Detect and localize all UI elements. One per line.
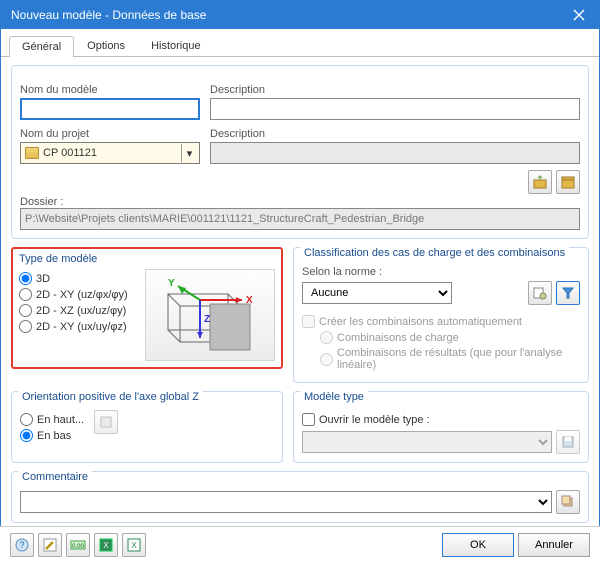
svg-text:Y: Y (168, 278, 175, 289)
svg-text:Z: Z (204, 314, 210, 325)
orientation-tool-button[interactable] (94, 410, 118, 434)
save-icon (561, 435, 575, 449)
tab-options[interactable]: Options (74, 35, 138, 56)
svg-text:?: ? (19, 540, 24, 550)
group-template: Modèle type Ouvrir le modèle type : (293, 391, 589, 463)
comment-select[interactable] (20, 491, 552, 513)
excel-import-button[interactable]: X (122, 533, 146, 557)
gear-book-icon (533, 286, 547, 300)
group-orientation: Orientation positive de l'axe global Z E… (11, 391, 283, 463)
tab-strip: Général Options Historique (1, 29, 599, 57)
radio-result-comb: Combinaisons de résultats (que pour l'an… (320, 347, 580, 371)
pencil-icon (43, 538, 57, 552)
orientation-legend: Orientation positive de l'axe global Z (18, 391, 203, 403)
tab-general[interactable]: Général (9, 36, 74, 57)
project-settings-button[interactable] (556, 170, 580, 194)
norm-settings-button[interactable] (528, 281, 552, 305)
norm-filter-button[interactable] (556, 281, 580, 305)
box-icon (561, 175, 575, 189)
project-manager-button[interactable] (528, 170, 552, 194)
titlebar: Nouveau modèle - Données de base (1, 1, 599, 29)
template-browse-button[interactable] (556, 430, 580, 454)
ok-button[interactable]: OK (442, 533, 514, 557)
tool-icon (99, 415, 113, 429)
svg-text:X: X (246, 295, 253, 306)
svg-text:X: X (131, 541, 137, 550)
tab-history[interactable]: Historique (138, 35, 214, 56)
checkbox-auto-create: Créer les combinaisons automatiquement (302, 315, 580, 328)
comment-library-button[interactable] (556, 490, 580, 514)
comment-legend: Commentaire (18, 471, 92, 483)
stack-icon (561, 495, 575, 509)
project-select[interactable]: CP 001121 ▾ (20, 142, 200, 164)
excel-import-icon: X (127, 538, 141, 552)
footer: ? 0.00 X X OK Annuler (0, 526, 600, 563)
group-model-type: Type de modèle 3D 2D - XY (uz/φx/φy) 2D … (11, 247, 283, 369)
classification-legend: Classification des cas de charge et des … (300, 247, 569, 259)
svg-text:0.00: 0.00 (72, 544, 84, 550)
norm-label: Selon la norme : (302, 266, 580, 278)
description2-label: Description (210, 128, 580, 140)
close-icon (573, 9, 585, 21)
units-button[interactable]: 0.00 (66, 533, 90, 557)
group-classification: Classification des cas de charge et des … (293, 247, 589, 383)
edit-button[interactable] (38, 533, 62, 557)
project-name-value: CP 001121 (43, 147, 177, 159)
model-name-label: Nom du modèle (20, 84, 200, 96)
description1-input[interactable] (210, 98, 580, 120)
box-arrow-icon (533, 175, 547, 189)
checkbox-open-template[interactable]: Ouvrir le modèle type : (302, 413, 580, 426)
radio-2d-xy-2[interactable]: 2D - XY (ux/uy/φz) (19, 320, 139, 333)
close-button[interactable] (559, 1, 599, 29)
radio-z-up[interactable]: En haut... (20, 413, 84, 426)
model-name-input[interactable] (20, 98, 200, 120)
svg-text:X: X (103, 541, 109, 550)
template-select (302, 431, 552, 453)
template-legend: Modèle type (300, 391, 368, 403)
description1-label: Description (210, 84, 580, 96)
model-type-legend: Type de modèle (19, 253, 275, 265)
project-dropdown-arrow[interactable]: ▾ (181, 144, 197, 162)
radio-z-down[interactable]: En bas (20, 429, 84, 442)
project-name-label: Nom du projet (20, 128, 200, 140)
cancel-button[interactable]: Annuler (518, 533, 590, 557)
model-type-preview: X Y Z (145, 269, 275, 361)
group-name-project: Nom du modèle Description Nom du projet … (11, 65, 589, 239)
question-icon: ? (15, 538, 29, 552)
folder-input[interactable] (20, 208, 580, 230)
group-comment: Commentaire (11, 471, 589, 523)
help-button[interactable]: ? (10, 533, 34, 557)
folder-label: Dossier : (20, 196, 63, 208)
excel-icon: X (99, 538, 113, 552)
folder-icon (25, 147, 39, 159)
radio-3d[interactable]: 3D (19, 272, 139, 285)
excel-export-button[interactable]: X (94, 533, 118, 557)
window-title: Nouveau modèle - Données de base (11, 8, 206, 22)
filter-icon (561, 286, 575, 300)
radio-load-comb: Combinaisons de charge (320, 331, 580, 344)
description2-input[interactable] (210, 142, 580, 164)
radio-2d-xy-1[interactable]: 2D - XY (uz/φx/φy) (19, 288, 139, 301)
units-icon: 0.00 (70, 538, 86, 552)
radio-2d-xz[interactable]: 2D - XZ (ux/uz/φy) (19, 304, 139, 317)
norm-select[interactable]: Aucune (302, 282, 452, 304)
